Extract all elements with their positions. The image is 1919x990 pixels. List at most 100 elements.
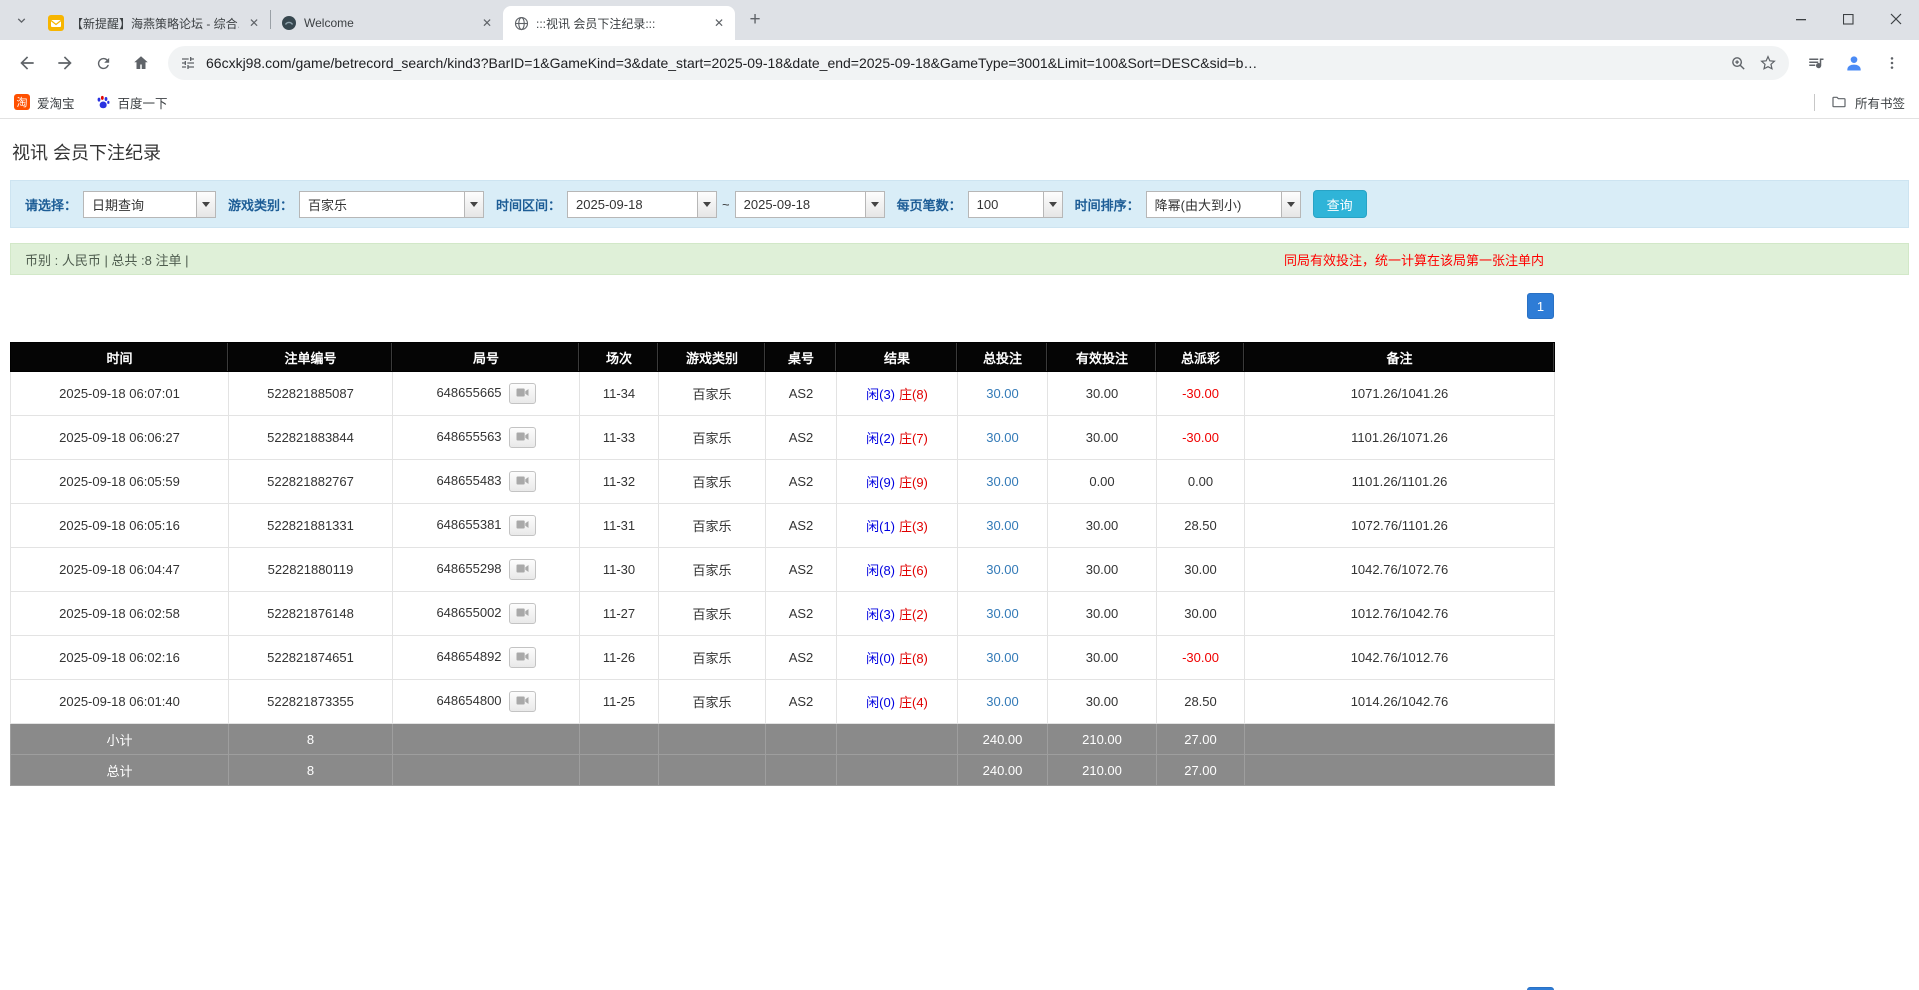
bookmark-star-icon[interactable]	[1759, 54, 1777, 72]
address-bar[interactable]: 66cxkj98.com/game/betrecord_search/kind3…	[168, 46, 1789, 80]
view-video-button[interactable]	[509, 471, 536, 492]
cell-game-type: 百家乐	[659, 416, 766, 460]
total-bet-link[interactable]: 30.00	[986, 562, 1019, 577]
new-tab-button[interactable]: +	[741, 6, 769, 34]
date-separator: ~	[722, 197, 730, 212]
total-bet-link[interactable]: 30.00	[986, 518, 1019, 533]
page-content: 视讯 会员下注纪录 请选择： 日期查询 游戏类别： 百家乐 时间区间： 2025…	[0, 139, 1919, 990]
forward-icon[interactable]	[48, 46, 82, 80]
cell-result: 闲(3)庄(2)	[837, 592, 958, 636]
date-start-input[interactable]: 2025-09-18	[567, 191, 717, 218]
video-icon	[516, 474, 529, 489]
cell-result: 闲(0)庄(8)	[837, 636, 958, 680]
cell-session: 11-30	[580, 548, 659, 592]
view-video-button[interactable]	[509, 383, 536, 404]
all-bookmarks-label: 所有书签	[1855, 93, 1905, 112]
column-header: 游戏类别	[659, 343, 766, 372]
cell-payout: 28.50	[1157, 504, 1245, 548]
cell-payout: -30.00	[1157, 416, 1245, 460]
column-header: 注单编号	[229, 343, 393, 372]
view-video-button[interactable]	[509, 603, 536, 624]
view-video-button[interactable]	[509, 691, 536, 712]
media-controls-icon[interactable]	[1799, 46, 1833, 80]
url-text[interactable]: 66cxkj98.com/game/betrecord_search/kind3…	[206, 55, 1718, 71]
globe-favicon-icon	[513, 15, 529, 31]
cell-result: 闲(0)庄(4)	[837, 680, 958, 724]
column-header: 结果	[837, 343, 958, 372]
view-video-button[interactable]	[509, 515, 536, 536]
view-video-button[interactable]	[509, 559, 536, 580]
total-bet-link[interactable]: 30.00	[986, 474, 1019, 489]
minimize-button[interactable]	[1778, 0, 1825, 38]
cell-session: 11-33	[580, 416, 659, 460]
sort-order-select[interactable]: 降幂(由大到小)	[1146, 191, 1301, 218]
round-id: 648655483	[436, 473, 501, 488]
summary-cell	[659, 724, 766, 755]
cell-round-id: 648654892	[393, 636, 580, 680]
tab-title: :::视讯 会员下注纪录:::	[536, 15, 704, 32]
site-info-icon[interactable]	[180, 55, 196, 71]
tab-bet-record[interactable]: :::视讯 会员下注纪录::: ✕	[503, 6, 735, 40]
all-bookmarks[interactable]: 所有书签	[1814, 93, 1905, 112]
payout-value: 30.00	[1184, 562, 1217, 577]
result-banker: 庄(7)	[899, 431, 928, 446]
tab-close-icon[interactable]: ✕	[479, 15, 495, 31]
total-bet-link[interactable]: 30.00	[986, 694, 1019, 709]
chevron-down-icon[interactable]	[464, 192, 483, 217]
chevron-down-icon[interactable]	[865, 192, 884, 217]
search-button[interactable]: 查询	[1313, 190, 1367, 218]
table-row: 2025-09-18 06:05:59522821882767648655483…	[11, 460, 1555, 504]
tab-close-icon[interactable]: ✕	[711, 15, 727, 31]
folder-icon	[1831, 94, 1847, 110]
view-video-button[interactable]	[509, 647, 536, 668]
summary-bar: 币别 : 人民币 | 总共 :8 注单 | 同局有效投注，统一计算在该局第一张注…	[10, 243, 1909, 275]
payout-value: 30.00	[1184, 606, 1217, 621]
cell-session: 11-25	[580, 680, 659, 724]
game-type-value: 百家乐	[300, 192, 464, 217]
cell-bet-id: 522821882767	[229, 460, 393, 504]
profile-avatar-icon[interactable]	[1837, 46, 1871, 80]
cell-payout: 28.50	[1157, 680, 1245, 724]
close-window-button[interactable]	[1872, 0, 1919, 38]
cell-payout: 0.00	[1157, 460, 1245, 504]
total-bet-link[interactable]: 30.00	[986, 386, 1019, 401]
taobao-icon: 淘	[14, 94, 30, 110]
per-page-select[interactable]: 100	[968, 191, 1063, 218]
cell-table-no: AS2	[766, 460, 837, 504]
chevron-down-icon[interactable]	[697, 192, 716, 217]
browser-menu-icon[interactable]	[1875, 46, 1909, 80]
cell-note: 1012.76/1042.76	[1245, 592, 1555, 636]
zoom-icon[interactable]	[1730, 55, 1747, 72]
result-banker: 庄(8)	[899, 651, 928, 666]
baidu-paw-icon	[95, 94, 111, 110]
back-icon[interactable]	[10, 46, 44, 80]
query-type-select[interactable]: 日期查询	[83, 191, 216, 218]
forum-favicon-icon	[48, 15, 64, 31]
tab-close-icon[interactable]: ✕	[246, 15, 262, 31]
cell-round-id: 648655298	[393, 548, 580, 592]
date-end-input[interactable]: 2025-09-18	[735, 191, 885, 218]
tab-welcome[interactable]: Welcome ✕	[271, 6, 503, 40]
result-player: 闲(8)	[866, 563, 895, 578]
summary-cell	[766, 755, 837, 786]
chevron-down-icon[interactable]	[1043, 192, 1062, 217]
cell-total-bet: 30.00	[958, 592, 1048, 636]
view-video-button[interactable]	[509, 427, 536, 448]
game-type-select[interactable]: 百家乐	[299, 191, 484, 218]
maximize-button[interactable]	[1825, 0, 1872, 38]
chevron-down-icon[interactable]	[1281, 192, 1300, 217]
summary-cell	[393, 724, 580, 755]
home-icon[interactable]	[124, 46, 158, 80]
bookmark-baidu[interactable]: 百度一下	[95, 93, 168, 112]
refresh-icon[interactable]	[86, 46, 120, 80]
round-id: 648654892	[436, 649, 501, 664]
page-number-button[interactable]: 1	[1527, 293, 1554, 319]
tab-forum[interactable]: 【新提醒】海燕策略论坛 - 综合... ✕	[38, 6, 270, 40]
bookmark-taobao[interactable]: 淘 爱淘宝	[14, 93, 75, 112]
total-bet-link[interactable]: 30.00	[986, 650, 1019, 665]
total-bet-link[interactable]: 30.00	[986, 430, 1019, 445]
chevron-down-icon[interactable]	[196, 192, 215, 217]
total-bet-link[interactable]: 30.00	[986, 606, 1019, 621]
sort-order-label: 时间排序：	[1075, 195, 1140, 214]
tab-search-chevron-icon[interactable]	[8, 7, 34, 33]
